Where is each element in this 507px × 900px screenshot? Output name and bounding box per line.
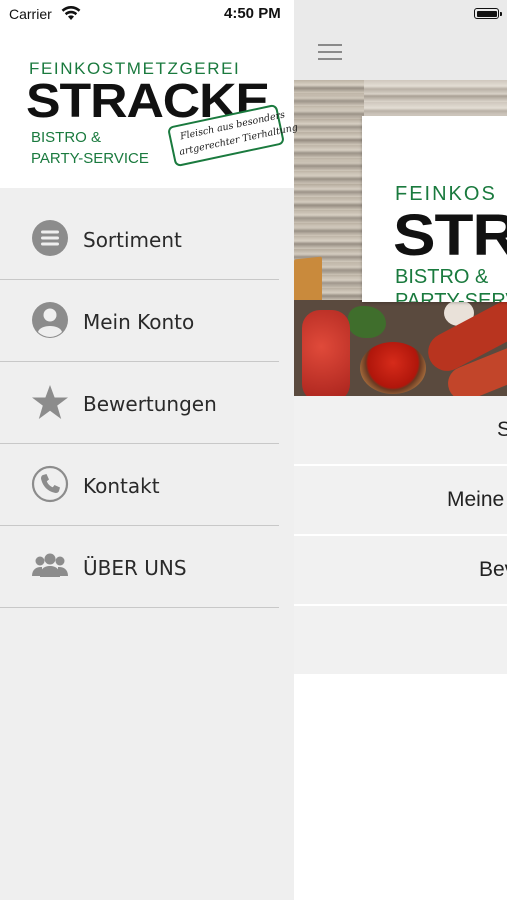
hero-logo-line3: BISTRO & — [395, 266, 489, 288]
main-menu-item-bewertungen[interactable]: Bev — [294, 536, 507, 606]
main-navbar — [294, 28, 507, 80]
drawer-menu: Sortiment Mein Konto Bewertungen Kontakt — [0, 198, 279, 608]
hamburger-icon[interactable] — [318, 44, 342, 62]
drawer-item-label: Kontakt — [83, 474, 160, 498]
main-menu-item-label: Meine — [447, 488, 505, 511]
clock: 4:50 PM — [224, 5, 281, 22]
drawer-item-bewertungen[interactable]: Bewertungen — [0, 362, 279, 444]
drawer-item-sortiment[interactable]: Sortiment — [0, 198, 279, 280]
logo-line3: BISTRO & — [31, 129, 102, 146]
user-icon — [32, 302, 68, 338]
carrier-label: Carrier — [9, 6, 52, 22]
drawer-item-label: Mein Konto — [83, 310, 195, 334]
wifi-icon — [61, 6, 81, 20]
main-menu-item-sortiment[interactable]: S — [294, 396, 507, 466]
main-menu-item-kontakt[interactable] — [294, 606, 507, 676]
battery-icon — [474, 8, 502, 19]
main-menu-item-label: S — [497, 418, 507, 442]
drawer-item-label: Sortiment — [83, 228, 182, 252]
star-icon — [32, 385, 68, 419]
main-menu: S Meine Bev — [294, 396, 507, 676]
main-content: FEINKOS STR BISTRO & PARTY-SERV S Meine … — [294, 0, 507, 900]
drawer-item-ueber-uns[interactable]: ÜBER UNS — [0, 526, 279, 608]
status-bar: Carrier 4:50 PM — [0, 0, 294, 36]
group-icon — [32, 553, 68, 577]
drawer-item-label: ÜBER UNS — [83, 556, 187, 580]
list-icon — [32, 220, 68, 256]
main-menu-item-mein-konto[interactable]: Meine — [294, 466, 507, 536]
drawer-item-label: Bewertungen — [83, 392, 217, 416]
main-menu-item-label: Bev — [479, 558, 507, 581]
logo-line4: PARTY-SERVICE — [31, 150, 149, 167]
drawer-item-kontakt[interactable]: Kontakt — [0, 444, 279, 526]
main-status-bar — [294, 0, 507, 28]
hero-logo-sign: FEINKOS STR BISTRO & PARTY-SERV — [362, 116, 507, 302]
side-drawer: Carrier 4:50 PM FEINKOSTMETZGEREI STRACK… — [0, 0, 299, 900]
drawer-item-mein-konto[interactable]: Mein Konto — [0, 280, 279, 362]
hero-logo-line4: PARTY-SERV — [395, 290, 507, 302]
brand-logo: FEINKOSTMETZGEREI STRACKE BISTRO & PARTY… — [0, 36, 299, 188]
hero-logo-line2: STR — [393, 203, 507, 268]
salami-image — [302, 310, 350, 396]
hero-image: FEINKOS STR BISTRO & PARTY-SERV — [294, 80, 507, 396]
sauce-bowl-image — [360, 342, 426, 394]
phone-icon — [31, 465, 69, 503]
cheese-image — [294, 256, 322, 306]
